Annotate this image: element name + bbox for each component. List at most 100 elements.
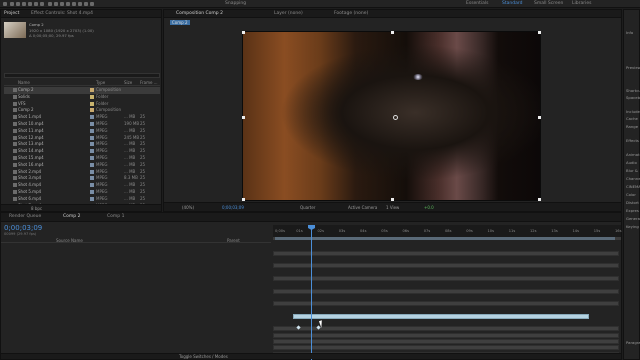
label-color-swatch[interactable] (90, 135, 94, 140)
selection-tool-icon[interactable] (10, 2, 14, 6)
right-panel-label[interactable]: Animation (626, 152, 640, 157)
transform-handle[interactable] (538, 116, 541, 119)
anchor-point-icon[interactable] (393, 115, 398, 120)
composition-viewer[interactable] (242, 31, 541, 201)
hand-tool-icon[interactable] (16, 2, 20, 6)
right-panel-label[interactable]: Preview (626, 65, 640, 70)
project-item-row[interactable]: Solids Folder (4, 94, 160, 101)
zoom-tool-icon[interactable] (22, 2, 26, 6)
project-item-row[interactable]: Shot 15.mp4 MPEG ... MB 25 (4, 155, 160, 162)
project-item-row[interactable]: Comp 2 Composition (4, 87, 160, 94)
transform-handle[interactable] (391, 198, 394, 201)
transform-handle[interactable] (242, 198, 245, 201)
project-item-row[interactable]: Shot 6.mp4 MPEG ... MB 25 (4, 196, 160, 203)
project-item-row[interactable]: Shot 12.mp4 MPEG 245 MB 25 (4, 135, 160, 142)
bpc-label[interactable]: 8 bpc (31, 206, 42, 211)
right-panel-label[interactable]: Paragraph (626, 340, 640, 345)
toggle-switches-modes-button[interactable]: Toggle Switches / Modes (179, 354, 228, 359)
right-panel-label[interactable]: Spacebar (626, 95, 640, 100)
right-panel-label[interactable]: Keying (626, 224, 639, 229)
tab-project[interactable]: Project (4, 11, 19, 16)
right-panel-label[interactable]: Info (626, 30, 633, 35)
playhead[interactable] (308, 225, 315, 360)
camera-dropdown[interactable]: Active Camera (348, 205, 377, 210)
right-panel-label[interactable]: Expres (626, 208, 639, 213)
layer-duration-bar[interactable] (273, 276, 619, 281)
workspace-small-screen[interactable]: Small Screen (534, 1, 563, 6)
project-search-input[interactable] (4, 73, 160, 78)
label-color-swatch[interactable] (90, 149, 94, 154)
layer-duration-bar[interactable] (273, 250, 619, 256)
transform-handle[interactable] (242, 116, 245, 119)
pen-tool-icon[interactable] (54, 2, 58, 6)
label-color-swatch[interactable] (90, 183, 94, 188)
right-panel-label[interactable]: Blur & (626, 168, 638, 173)
label-color-swatch[interactable] (90, 142, 94, 147)
eraser-tool-icon[interactable] (78, 2, 82, 6)
column-size[interactable]: Size (124, 80, 132, 85)
project-item-row[interactable]: Shot 14.mp4 MPEG ... MB 25 (4, 148, 160, 155)
roto-tool-icon[interactable] (84, 2, 88, 6)
mask-tool-icon[interactable] (48, 2, 52, 6)
exposure-value[interactable]: +0.0 (424, 205, 434, 210)
tab-render-queue[interactable]: Render Queue (9, 214, 41, 219)
column-name[interactable]: Name (18, 80, 30, 85)
label-color-swatch[interactable] (90, 196, 94, 201)
layer-duration-bar[interactable] (293, 313, 589, 319)
layer-duration-bar[interactable] (273, 339, 619, 344)
right-panel-label[interactable]: Shortcut (626, 88, 640, 93)
right-panel-label[interactable]: Include (626, 109, 640, 114)
label-color-swatch[interactable] (90, 156, 94, 160)
current-time-display[interactable]: 0;00;03;09 (222, 205, 244, 210)
layer-duration-bar[interactable] (273, 301, 619, 307)
workspace-essentials[interactable]: Essentials (466, 1, 489, 6)
column-source-name[interactable]: Source Name (56, 238, 83, 243)
resolution-dropdown[interactable]: Quarter (300, 205, 315, 210)
transform-handle[interactable] (391, 31, 394, 34)
label-color-swatch[interactable] (90, 101, 94, 106)
rotate-tool-icon[interactable] (28, 2, 32, 6)
layer-duration-bar[interactable] (273, 263, 619, 269)
workspace-standard[interactable]: Standard (502, 1, 522, 6)
workspace-libraries[interactable]: Libraries (572, 1, 591, 6)
label-color-swatch[interactable] (90, 176, 94, 181)
project-item-row[interactable]: Shot 2.mp4 MPEG ... MB 25 (4, 169, 160, 176)
project-item-row[interactable]: Shot 13.mp4 MPEG ... MB 25 (4, 141, 160, 148)
tab-layer[interactable]: Layer (none) (274, 11, 303, 16)
project-item-row[interactable]: Shot 4.mp4 MPEG ... MB 25 (4, 182, 160, 189)
label-color-swatch[interactable] (90, 115, 94, 120)
project-item-row[interactable]: Shot 16.mp4 MPEG ... MB 25 (4, 162, 160, 169)
right-panel-label[interactable]: Audio (626, 160, 637, 165)
label-color-swatch[interactable] (90, 94, 94, 99)
comp-navigator-button[interactable]: Comp 2 (170, 20, 190, 25)
label-color-swatch[interactable] (90, 122, 94, 126)
right-panel-label[interactable]: Effects (626, 138, 639, 143)
pan-tool-icon[interactable] (40, 2, 44, 6)
work-area-bar[interactable] (273, 237, 621, 240)
layer-duration-bar[interactable] (273, 345, 619, 351)
right-panel-label[interactable]: Cache (626, 116, 638, 121)
snapping-toggle[interactable]: Snapping (225, 1, 246, 6)
tab-composition[interactable]: Composition Comp 2 (176, 11, 223, 16)
project-item-row[interactable]: Shot 10.mp4 MPEG 190 MB 25 (4, 121, 160, 128)
project-item-row[interactable]: Comp 2 Composition (4, 107, 160, 114)
puppet-tool-icon[interactable] (90, 2, 94, 6)
label-color-swatch[interactable] (90, 108, 94, 113)
views-dropdown[interactable]: 1 View (386, 205, 399, 210)
label-color-swatch[interactable] (90, 162, 94, 167)
type-tool-icon[interactable] (60, 2, 64, 6)
timeline-current-time[interactable]: 0;00;03;09 (4, 224, 42, 232)
label-color-swatch[interactable] (90, 190, 94, 194)
home-tool-icon[interactable] (3, 2, 7, 6)
camera-tool-icon[interactable] (34, 2, 38, 6)
layer-duration-bar[interactable] (273, 326, 619, 332)
label-color-swatch[interactable] (90, 88, 94, 92)
column-frame-rate[interactable]: Frame ... (140, 80, 158, 85)
tab-comp-1[interactable]: Comp 1 (107, 214, 124, 219)
brush-tool-icon[interactable] (66, 2, 70, 6)
right-panel-label[interactable]: Color (626, 192, 636, 197)
label-color-swatch[interactable] (90, 169, 94, 174)
stamp-tool-icon[interactable] (72, 2, 76, 6)
right-panel-label[interactable]: Range (626, 124, 638, 129)
zoom-dropdown[interactable]: (40%) (182, 205, 194, 210)
